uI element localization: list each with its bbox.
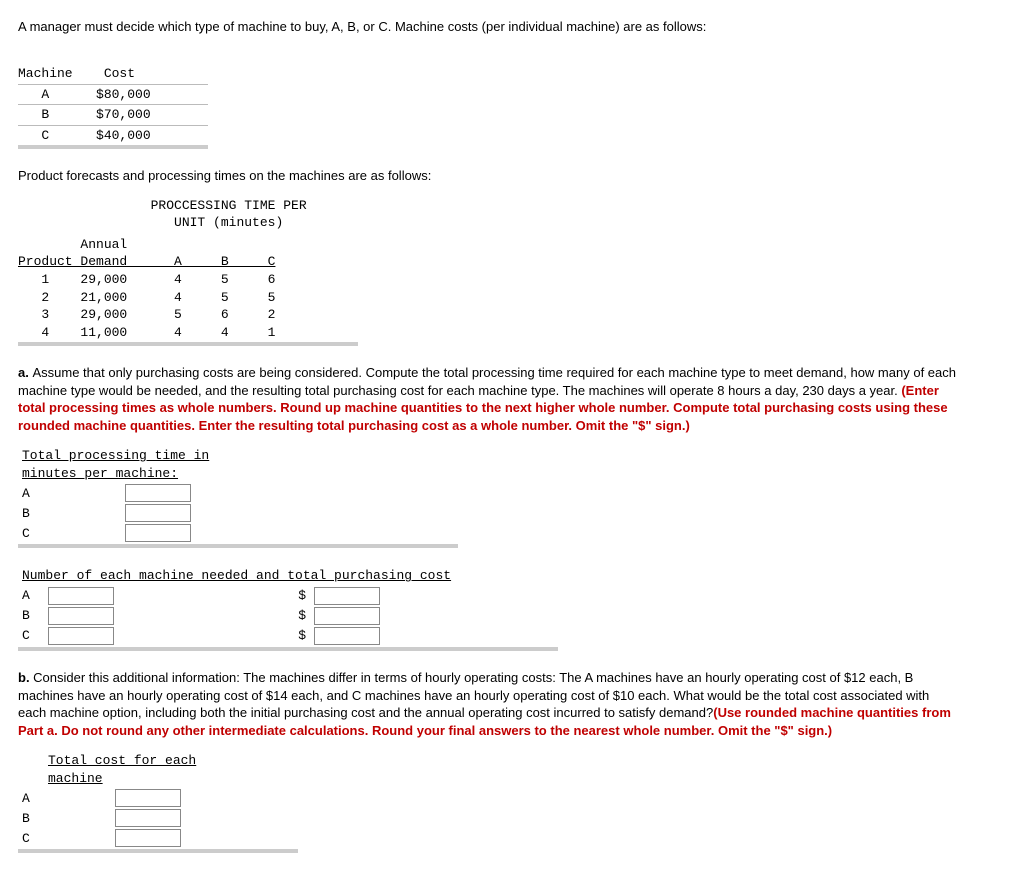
nmn-cost-b[interactable] bbox=[314, 607, 380, 625]
mct-header-machine: Machine bbox=[18, 66, 73, 81]
table-row: A $ bbox=[18, 586, 455, 606]
tpt-label-a: A bbox=[18, 483, 44, 503]
tcf-input-a[interactable] bbox=[115, 789, 181, 807]
nmn-header: Number of each machine needed and total … bbox=[22, 568, 451, 583]
part-a: a. Assume that only purchasing costs are… bbox=[18, 364, 958, 434]
tcf-input-c[interactable] bbox=[115, 829, 181, 847]
tpt-header: Total processing time in minutes per mac… bbox=[22, 448, 209, 481]
tpt-input-a[interactable] bbox=[125, 484, 191, 502]
table-row: C $ bbox=[18, 626, 455, 646]
nmn-cost-c[interactable] bbox=[314, 627, 380, 645]
nmn-qty-a[interactable] bbox=[48, 587, 114, 605]
table-row: A bbox=[18, 483, 272, 503]
nmn-cost-a[interactable] bbox=[314, 587, 380, 605]
mct-row-a: A $80,000 bbox=[18, 86, 1006, 104]
tcf-label-c: C bbox=[18, 828, 44, 848]
proc-headers: Product Demand A B C bbox=[18, 253, 1006, 271]
table-row: B bbox=[18, 808, 252, 828]
intro-paragraph: A manager must decide which type of mach… bbox=[18, 18, 958, 36]
tpt-table: Total processing time in minutes per mac… bbox=[18, 446, 272, 543]
tcf-label-b: B bbox=[18, 808, 44, 828]
nmn-qty-b[interactable] bbox=[48, 607, 114, 625]
tcf-table: Total cost for each machine A B C bbox=[18, 751, 252, 848]
tpt-input-b[interactable] bbox=[125, 504, 191, 522]
tcf-input-b[interactable] bbox=[115, 809, 181, 827]
proc-annual: Annual bbox=[18, 236, 1006, 254]
table-row: B $ bbox=[18, 606, 455, 626]
intro-text: A manager must decide which type of mach… bbox=[18, 19, 706, 34]
table-row: C bbox=[18, 523, 272, 543]
tcf-label-a: A bbox=[18, 788, 44, 808]
nmn-label-b: B bbox=[18, 606, 44, 626]
table-row: A bbox=[18, 788, 252, 808]
dollar-sign: $ bbox=[172, 626, 310, 646]
table-row: B bbox=[18, 503, 272, 523]
tpt-label-b: B bbox=[18, 503, 44, 523]
proc-title1: PROCCESSING TIME PER bbox=[18, 197, 1006, 215]
nmn-label-c: C bbox=[18, 626, 44, 646]
proc-title2: UNIT (minutes) bbox=[18, 214, 1006, 232]
tpt-input-c[interactable] bbox=[125, 524, 191, 542]
tpt-label-c: C bbox=[18, 523, 44, 543]
part-b-prefix: b. bbox=[18, 670, 33, 685]
nmn-label-a: A bbox=[18, 586, 44, 606]
tcf-header: Total cost for each machine bbox=[48, 753, 196, 786]
nmn-table: Number of each machine needed and total … bbox=[18, 566, 455, 646]
table-row: C bbox=[18, 828, 252, 848]
part-b: b. Consider this additional information:… bbox=[18, 669, 958, 739]
forecast-intro: Product forecasts and processing times o… bbox=[18, 167, 958, 185]
part-a-text: Assume that only purchasing costs are be… bbox=[18, 365, 956, 398]
part-a-prefix: a. bbox=[18, 365, 32, 380]
nmn-qty-c[interactable] bbox=[48, 627, 114, 645]
mct-header-cost: Cost bbox=[104, 66, 135, 81]
mct-row-c: C $40,000 bbox=[18, 127, 1006, 145]
dollar-sign: $ bbox=[172, 606, 310, 626]
proc-body: 1 29,000 4 5 6 2 21,000 4 5 5 3 29,000 5… bbox=[18, 271, 1006, 341]
machine-cost-table: Machine Cost bbox=[18, 48, 1006, 83]
dollar-sign: $ bbox=[172, 586, 310, 606]
mct-row-b: B $70,000 bbox=[18, 106, 1006, 124]
